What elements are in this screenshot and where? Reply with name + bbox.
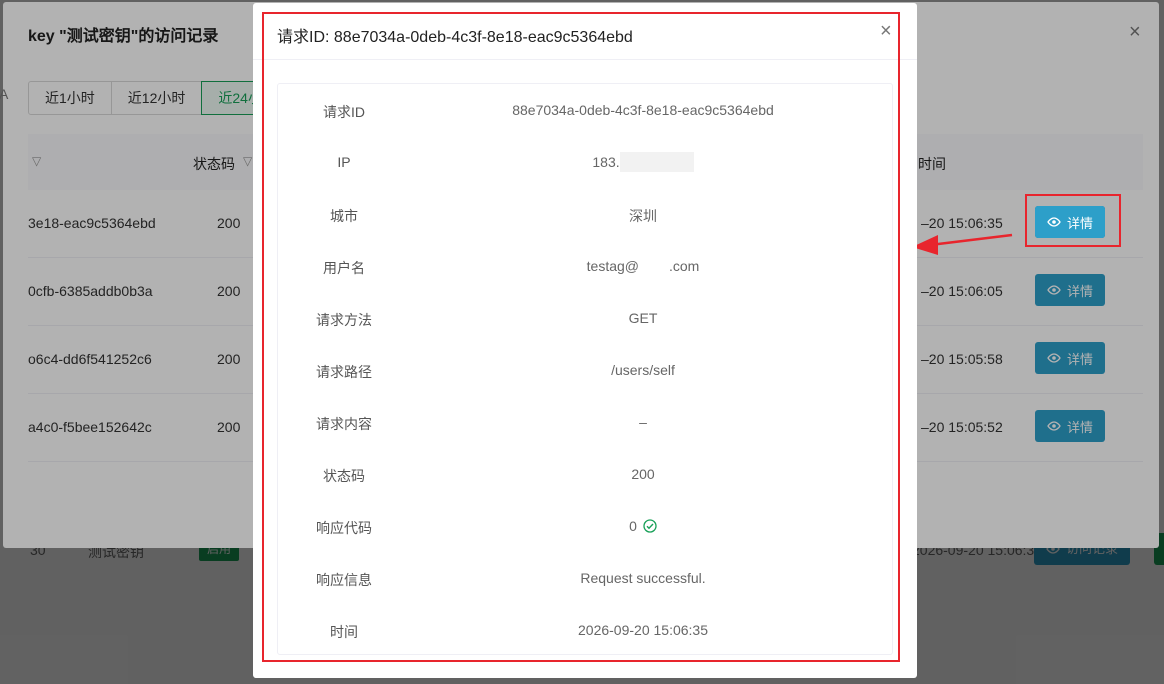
details-button-highlighted[interactable]: 详情 bbox=[1035, 206, 1106, 238]
annotation-frame bbox=[262, 12, 900, 662]
details-button-label: 详情 bbox=[1067, 215, 1094, 231]
request-detail-modal: 请求ID: 88e7034a-0deb-4c3f-8e18-eac9c5364e… bbox=[253, 3, 917, 678]
eye-icon bbox=[1047, 217, 1061, 227]
arrow-icon bbox=[912, 233, 1013, 255]
screen: 30 测试密钥 启用 2026-09-20 15:06:32 访问记录 key … bbox=[0, 0, 1164, 684]
